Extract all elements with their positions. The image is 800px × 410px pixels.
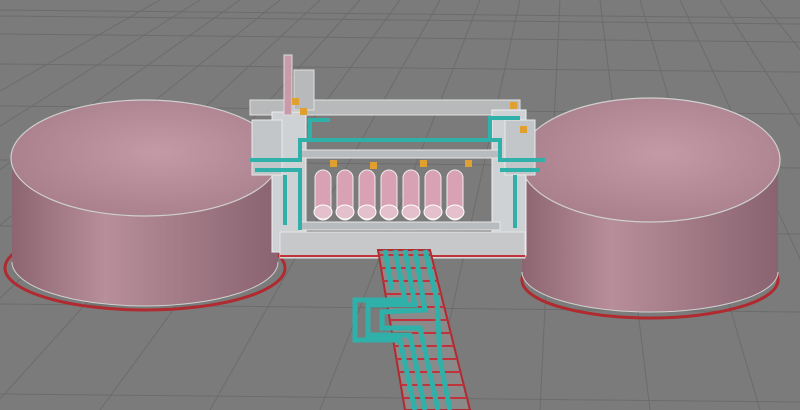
valve-icon: [300, 108, 307, 115]
vessel-head: [401, 204, 421, 220]
valve-icon: [520, 126, 527, 133]
right-storage-tank[interactable]: [519, 97, 781, 320]
valve-icon: [420, 160, 427, 167]
pipe-rack-beam-bottom: [299, 221, 501, 231]
grid-line: [0, 33, 800, 43]
pipe-segment: [308, 118, 330, 140]
valve-icon: [510, 102, 517, 109]
left-tank-roof: [10, 99, 280, 217]
vessel-head: [335, 204, 355, 220]
3d-viewport[interactable]: [0, 0, 800, 410]
valve-icon: [370, 162, 377, 169]
vent-stack: [283, 54, 293, 116]
valve-icon: [292, 98, 299, 105]
valve-icon: [465, 160, 472, 167]
left-tower-annex: [251, 119, 283, 176]
right-tank-roof: [519, 97, 781, 223]
vessel-head: [445, 204, 465, 220]
vessel-head: [379, 204, 399, 220]
valve-icon: [330, 160, 337, 167]
left-storage-tank[interactable]: [3, 99, 287, 312]
vessel-head: [357, 204, 377, 220]
pipe-rack-beam-top: [299, 149, 501, 159]
vessel-head: [423, 204, 443, 220]
vessel-head: [313, 204, 333, 220]
pipeline-corridor[interactable]: [352, 249, 472, 410]
grid-line: [0, 393, 800, 403]
pressure-vessels: [313, 169, 465, 221]
scene-canvas[interactable]: [0, 0, 800, 410]
